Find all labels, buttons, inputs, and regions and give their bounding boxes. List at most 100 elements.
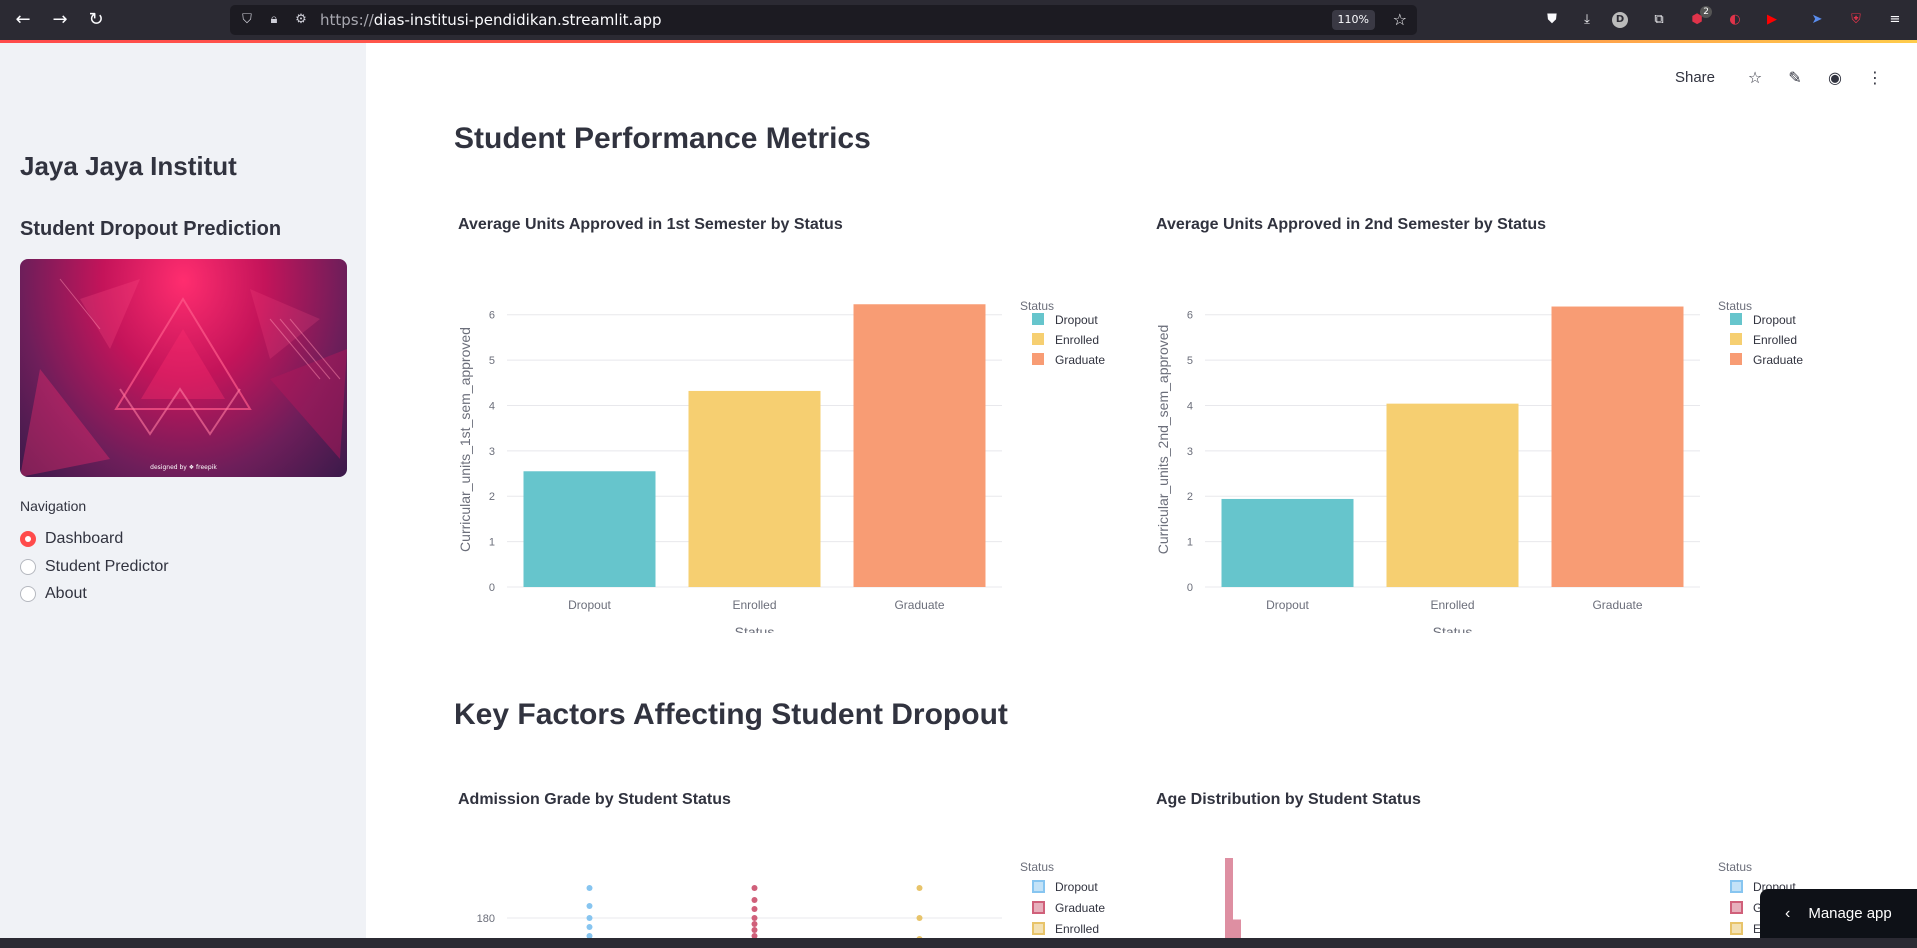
forward-icon[interactable]: →: [48, 8, 72, 32]
cursor-extension-icon[interactable]: ➤: [1806, 9, 1828, 31]
legend-swatch: [1032, 901, 1045, 914]
lock-icon[interactable]: 🔒︎: [266, 12, 282, 28]
shield-extension-icon[interactable]: ⛨: [1845, 9, 1867, 31]
account-icon[interactable]: D: [1612, 12, 1628, 28]
radio-button-checked[interactable]: [20, 531, 36, 547]
bar-graduate: [853, 304, 986, 587]
extension-badge: 2: [1700, 6, 1712, 18]
banner-credit: designed by ❖ freepik: [150, 464, 217, 471]
star-icon[interactable]: ☆: [1735, 68, 1775, 87]
banner-artwork: [20, 278, 347, 477]
y-tick-label: 180: [477, 913, 495, 925]
bar-enrolled: [688, 390, 821, 587]
chart-title-age: Age Distribution by Student Status: [1156, 791, 1421, 808]
legend-swatch: [1730, 880, 1743, 893]
github-icon[interactable]: ◉: [1815, 68, 1855, 87]
bar-dropout: [523, 471, 656, 587]
x-axis-label: Status: [735, 624, 775, 633]
ublock-icon[interactable]: ⬢ 2: [1686, 6, 1712, 31]
scatter-point: [916, 885, 923, 891]
url-scheme: https://: [320, 11, 374, 29]
legend-label: Dropout: [1753, 313, 1796, 327]
bar-chart-1st-sem: 0 1 2 3 4 5 6 Dropout Enrolled Graduate Status Curr…: [457, 299, 1105, 633]
navigation-label: Navigation: [20, 498, 87, 514]
extensions-icon[interactable]: ⧉: [1648, 9, 1670, 31]
legend-title: Status: [1020, 860, 1054, 874]
legend-swatch: [1730, 313, 1742, 325]
y-tick-label: 2: [489, 491, 495, 503]
scatter-point: [751, 897, 758, 903]
bottom-bar: [0, 938, 1917, 948]
legend-label: Enrolled: [1753, 333, 1797, 347]
scatter-point: [751, 921, 758, 927]
bar-graduate: [1551, 306, 1684, 587]
pocket-icon[interactable]: ⛊: [1541, 9, 1563, 31]
menu-icon[interactable]: ≡: [1884, 9, 1906, 31]
bar-dropout: [1221, 498, 1354, 587]
y-tick-label: 4: [489, 400, 495, 412]
download-icon[interactable]: ⤓: [1576, 9, 1598, 31]
nav-option-dashboard[interactable]: Dashboard: [20, 528, 123, 550]
banner-image: designed by ❖ freepik: [20, 259, 347, 477]
x-tick-label: Enrolled: [732, 598, 776, 612]
scatter-point: [916, 915, 923, 921]
address-bar[interactable]: ⛉ 🔒︎ ⚙ https://dias-institusi-pendidikan…: [230, 5, 1417, 35]
extension-icon[interactable]: ◐: [1724, 9, 1746, 31]
legend-swatch: [1730, 353, 1742, 365]
permissions-icon[interactable]: ⚙: [293, 12, 309, 28]
sidebar-title: Jaya Jaya Institut: [20, 151, 237, 181]
back-icon[interactable]: ←: [11, 8, 35, 32]
radio-button[interactable]: [20, 586, 36, 602]
scatter-point: [586, 915, 593, 921]
y-tick-label: 3: [1187, 446, 1193, 458]
nav-option-label: Student Predictor: [45, 558, 169, 575]
y-tick-label: 6: [489, 310, 495, 322]
legend-swatch: [1730, 922, 1743, 935]
legend-label: Enrolled: [1055, 333, 1099, 347]
scatter-point: [586, 924, 593, 930]
chart-title-1st-sem: Average Units Approved in 1st Semester b…: [458, 216, 843, 233]
legend-swatch: [1032, 313, 1044, 325]
histogram-bar: [1233, 919, 1241, 938]
scatter-point: [751, 915, 758, 921]
scatter-chart-admission: 180 StatusDropout Graduate Enrolled: [477, 860, 1105, 938]
url-host: dias-institusi-pendidikan.streamlit.app: [373, 11, 662, 29]
legend-label: Graduate: [1055, 353, 1105, 367]
x-tick-label: Graduate: [894, 598, 944, 612]
y-axis-label: Curricular_units_1st_sem_approved: [457, 327, 473, 552]
legend-swatch: [1032, 922, 1045, 935]
share-button[interactable]: Share: [1675, 69, 1715, 86]
x-tick-label: Graduate: [1592, 598, 1642, 612]
scatter-point: [751, 906, 758, 912]
x-tick-label: Dropout: [1266, 598, 1309, 612]
y-tick-label: 5: [489, 355, 495, 367]
nav-option-label: Dashboard: [45, 530, 124, 547]
scatter-point: [586, 903, 593, 909]
nav-option-about[interactable]: About: [20, 583, 87, 605]
edit-icon[interactable]: ✎: [1775, 68, 1815, 87]
y-tick-label: 4: [1187, 400, 1193, 412]
sidebar: Jaya Jaya Institut Student Dropout Predi…: [0, 43, 366, 938]
zoom-level[interactable]: 110%: [1331, 10, 1375, 30]
legend-title: Status: [1718, 860, 1752, 874]
radio-button[interactable]: [20, 559, 36, 575]
section-title-key-factors: Key Factors Affecting Student Dropout: [454, 698, 1008, 731]
reload-icon[interactable]: ↻: [84, 8, 108, 32]
x-axis-label: Status: [1433, 624, 1473, 633]
bar-enrolled: [1386, 403, 1519, 587]
browser-toolbar: ← → ↻ ⛉ 🔒︎ ⚙ https://dias-institusi-pend…: [0, 0, 1917, 40]
legend-label: Enrolled: [1055, 922, 1099, 936]
nav-option-label: About: [45, 585, 87, 602]
bar-chart-2nd-sem: 0 1 2 3 4 5 6 Dropout Enrolled Graduate Status Curr…: [1155, 299, 1803, 633]
y-tick-label: 3: [489, 446, 495, 458]
x-tick-label: Dropout: [568, 598, 611, 612]
url-text[interactable]: https://dias-institusi-pendidikan.stream…: [320, 11, 662, 29]
legend-label: Graduate: [1753, 353, 1803, 367]
nav-option-student-predictor[interactable]: Student Predictor: [20, 556, 169, 578]
youtube-icon[interactable]: ▶: [1761, 9, 1783, 31]
manage-app-button[interactable]: ‹ Manage app: [1760, 889, 1917, 938]
shield-icon[interactable]: ⛉: [239, 12, 255, 28]
bookmark-star-icon[interactable]: ☆: [1393, 11, 1407, 29]
histogram-bar: [1225, 858, 1233, 938]
more-icon[interactable]: ⋮: [1855, 68, 1895, 87]
